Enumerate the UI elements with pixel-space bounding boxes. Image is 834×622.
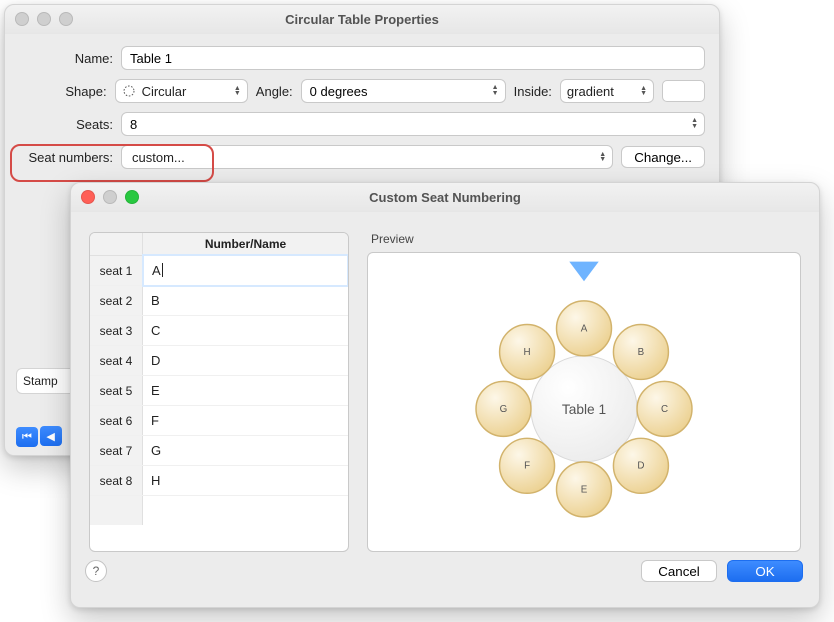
close-icon[interactable] (81, 190, 95, 204)
table-row[interactable]: seat 6F (90, 406, 348, 436)
seat-numbers-label: Seat numbers: (19, 150, 113, 165)
row-label: seat 5 (90, 376, 143, 405)
close-icon[interactable] (15, 12, 29, 26)
row-value-cell[interactable]: E (143, 376, 348, 405)
inside-label: Inside: (514, 84, 552, 99)
stamp-button-fragment[interactable]: Stamp (16, 368, 72, 394)
window-title: Circular Table Properties (285, 12, 439, 27)
direction-arrow-icon (569, 262, 598, 282)
name-field[interactable] (121, 46, 705, 70)
help-button[interactable]: ? (85, 560, 107, 582)
table-row (90, 496, 348, 525)
shape-select[interactable]: Circular ▲▼ (115, 79, 248, 103)
seats-stepper[interactable]: ▲▼ (691, 118, 698, 130)
traffic-lights (15, 12, 73, 26)
angle-field[interactable]: ▲▼ (301, 79, 506, 103)
row-value-cell[interactable]: D (143, 346, 348, 375)
seats-field[interactable]: ▲▼ (121, 112, 705, 136)
row-label: seat 4 (90, 346, 143, 375)
table-row[interactable]: seat 4D (90, 346, 348, 376)
angle-label: Angle: (256, 84, 293, 99)
seat-label: B (638, 347, 645, 358)
nav-buttons-fragment: ⏮ ◀ (16, 426, 60, 447)
row-label: seat 2 (90, 286, 143, 315)
seats-label: Seats: (19, 117, 113, 132)
col-header: Number/Name (143, 233, 348, 255)
inside-select[interactable]: gradient ▲▼ (560, 79, 654, 103)
table-preview: Table 1 A B C D E F G H (368, 253, 800, 551)
row-value-cell[interactable]: G (143, 436, 348, 465)
row-label: seat 1 (90, 256, 143, 285)
row-value-cell[interactable]: C (143, 316, 348, 345)
cancel-button[interactable]: Cancel (641, 560, 717, 582)
row-label: seat 3 (90, 316, 143, 345)
preview-label: Preview (371, 232, 801, 246)
seat-numbers-value: custom... (128, 150, 185, 165)
dialog-titlebar[interactable]: Custom Seat Numbering (71, 183, 819, 212)
circle-icon (122, 84, 136, 98)
angle-input[interactable] (308, 79, 488, 103)
seat-label: F (524, 461, 530, 472)
dialog-title: Custom Seat Numbering (369, 190, 521, 205)
row-value-cell[interactable]: F (143, 406, 348, 435)
name-label: Name: (19, 51, 113, 66)
nav-prev-icon[interactable]: ◀ (40, 426, 62, 446)
table-row[interactable]: seat 2B (90, 286, 348, 316)
name-input[interactable] (128, 46, 698, 70)
preview-panel: Table 1 A B C D E F G H (367, 252, 801, 552)
ok-button[interactable]: OK (727, 560, 803, 582)
seat-label: A (581, 323, 588, 334)
zoom-icon[interactable] (59, 12, 73, 26)
nav-first-icon[interactable]: ⏮ (16, 427, 38, 447)
chevron-up-down-icon: ▲▼ (234, 86, 241, 96)
row-value-cell[interactable]: A (143, 255, 348, 286)
change-button[interactable]: Change... (621, 146, 705, 168)
row-label: seat 7 (90, 436, 143, 465)
shape-value: Circular (142, 84, 187, 99)
inside-swatch[interactable] (662, 80, 705, 102)
properties-form: Name: Shape: Circular ▲▼ Angle: ▲▼ Insid… (5, 34, 719, 190)
row-label: seat 6 (90, 406, 143, 435)
table-header: Number/Name (90, 233, 348, 256)
inside-value: gradient (567, 84, 614, 99)
minimize-icon[interactable] (103, 190, 117, 204)
table-row[interactable]: seat 7G (90, 436, 348, 466)
table-row[interactable]: seat 3C (90, 316, 348, 346)
chevron-up-down-icon: ▲▼ (640, 86, 647, 96)
row-value-cell[interactable]: H (143, 466, 348, 495)
seat-label: E (581, 484, 588, 495)
seats-input[interactable] (128, 112, 687, 136)
seat-label: H (524, 347, 531, 358)
zoom-icon[interactable] (125, 190, 139, 204)
seat-label: C (661, 404, 668, 415)
row-label: seat 8 (90, 466, 143, 495)
titlebar[interactable]: Circular Table Properties (5, 5, 719, 34)
custom-seat-numbering-dialog: Custom Seat Numbering Number/Name seat 1… (70, 182, 820, 608)
seat-table[interactable]: Number/Name seat 1Aseat 2Bseat 3Cseat 4D… (89, 232, 349, 552)
table-row[interactable]: seat 1A (90, 256, 348, 286)
seat-label: D (637, 461, 644, 472)
seat-numbers-select[interactable]: custom... ▲▼ (121, 145, 613, 169)
chevron-up-down-icon: ▲▼ (599, 152, 606, 162)
angle-stepper[interactable]: ▲▼ (492, 85, 499, 97)
table-row[interactable]: seat 8H (90, 466, 348, 496)
minimize-icon[interactable] (37, 12, 51, 26)
table-center-label: Table 1 (562, 402, 606, 417)
table-row[interactable]: seat 5E (90, 376, 348, 406)
seat-label: G (500, 404, 508, 415)
shape-label: Shape: (19, 84, 107, 99)
row-value-cell[interactable]: B (143, 286, 348, 315)
traffic-lights (81, 190, 139, 204)
